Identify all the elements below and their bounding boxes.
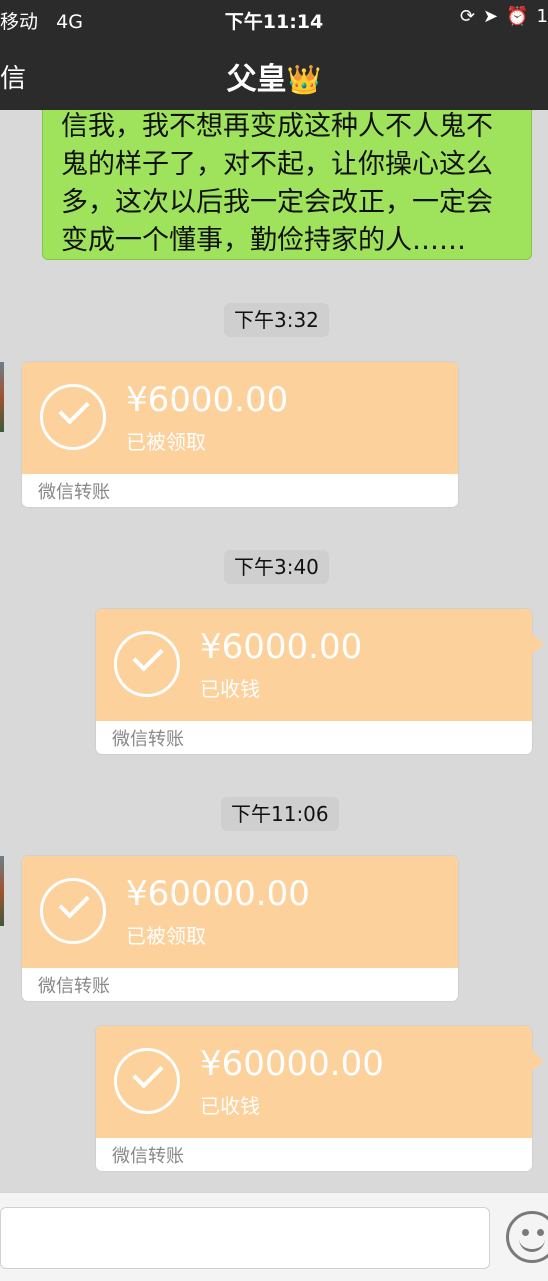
emoji-eye (537, 1229, 544, 1236)
transfer-card-outgoing[interactable]: ¥6000.00 已收钱 微信转账 (96, 609, 532, 754)
transfer-card-body: ¥60000.00 已收钱 (96, 1026, 532, 1138)
avatar[interactable] (0, 856, 4, 926)
alarm-icon: ⏰ (506, 6, 529, 27)
checkmark-icon (114, 631, 180, 697)
transfer-card-incoming[interactable]: ¥6000.00 已被领取 微信转账 (22, 362, 458, 507)
transfer-card-outgoing[interactable]: ¥60000.00 已收钱 微信转账 (96, 1026, 532, 1171)
transfer-amount: ¥6000.00 (126, 380, 289, 420)
transfer-status: 已被领取 (126, 430, 206, 454)
transfer-status: 已收钱 (200, 1094, 260, 1118)
emoji-icon[interactable] (506, 1211, 548, 1263)
chat-title-text: 父皇 (226, 62, 287, 97)
transfer-status: 已被领取 (126, 924, 206, 948)
checkmark-icon (40, 384, 106, 450)
transfer-status: 已收钱 (200, 677, 260, 701)
bubble-tail (532, 1051, 544, 1071)
timestamp: 下午3:40 (224, 550, 329, 584)
transfer-amount: ¥60000.00 (200, 1044, 384, 1084)
status-bar: 移动 4G 下午11:14 ⟳ ➤ ⏰ 1 (0, 0, 548, 36)
checkmark-icon (114, 1048, 180, 1114)
transfer-footer: 微信转账 (112, 729, 184, 750)
chat-title: 父皇👑 (0, 54, 548, 98)
status-icons: ⟳ ➤ ⏰ 1 (460, 6, 548, 27)
crown-emoji-icon: 👑 (286, 63, 322, 96)
checkmark-icon (40, 878, 106, 944)
transfer-footer: 微信转账 (38, 482, 110, 503)
rotation-lock-icon: ⟳ (459, 6, 476, 27)
transfer-footer: 微信转账 (112, 1146, 184, 1167)
transfer-card-body: ¥6000.00 已收钱 (96, 609, 532, 721)
transfer-footer: 微信转账 (38, 976, 110, 997)
location-icon: ➤ (483, 6, 499, 27)
transfer-card-incoming[interactable]: ¥60000.00 已被领取 微信转账 (22, 856, 458, 1001)
timestamp: 下午3:32 (224, 303, 329, 337)
avatar[interactable] (0, 362, 4, 432)
battery-label: 1 (536, 6, 548, 27)
bubble-tail (532, 634, 544, 654)
timestamp: 下午11:06 (221, 797, 339, 831)
message-input[interactable] (0, 1207, 490, 1269)
emoji-eye (522, 1229, 529, 1236)
transfer-card-body: ¥60000.00 已被领取 (22, 856, 458, 968)
transfer-amount: ¥6000.00 (200, 627, 363, 667)
input-bar (0, 1192, 548, 1281)
transfer-amount: ¥60000.00 (126, 874, 310, 914)
emoji-mouth (519, 1236, 545, 1252)
text-message-outgoing[interactable]: 信我，我不想再变成这种人不人鬼不鬼的样子了，对不起，让你操心这么多，这次以后我一… (42, 95, 532, 260)
transfer-card-body: ¥6000.00 已被领取 (22, 362, 458, 474)
top-bar: 移动 4G 下午11:14 ⟳ ➤ ⏰ 1 信 父皇👑 (0, 0, 548, 110)
